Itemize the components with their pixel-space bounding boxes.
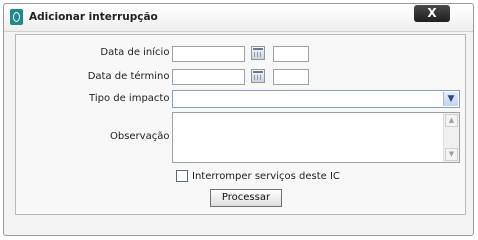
interrupt-services-checkbox[interactable] (176, 170, 188, 182)
impact-type-select[interactable]: ▼ (172, 90, 460, 108)
end-time-input[interactable] (273, 69, 309, 85)
close-button[interactable]: X (414, 5, 450, 22)
scroll-down-icon[interactable]: ▼ (445, 148, 458, 161)
observation-scrollbar[interactable]: ▲ ▼ (443, 113, 459, 162)
dialog-titlebar: Adicionar interrupção X (4, 4, 473, 32)
end-date-calendar-icon[interactable] (251, 69, 265, 83)
end-date-label: Data de término : (87, 71, 176, 82)
start-date-calendar-icon[interactable] (251, 46, 265, 60)
dialog-window: Adicionar interrupção X Data de início :… (3, 3, 474, 236)
process-button[interactable]: Processar (210, 189, 282, 207)
observation-label: Observação : (109, 131, 176, 142)
app-logo-icon (10, 9, 23, 25)
interrupt-services-label[interactable]: Interromper serviços deste IC (192, 171, 340, 182)
end-date-input[interactable] (172, 69, 245, 85)
chevron-down-icon[interactable]: ▼ (443, 92, 458, 106)
observation-textarea[interactable]: ▲ ▼ (172, 112, 460, 163)
start-time-input[interactable] (273, 46, 309, 62)
start-date-input[interactable] (172, 46, 245, 62)
interruption-form: Data de início : Data de término : Tipo … (15, 34, 466, 215)
scroll-up-icon[interactable]: ▲ (445, 114, 458, 127)
start-date-label: Data de início : (100, 47, 176, 58)
impact-type-label: Tipo de impacto : (89, 93, 176, 104)
dialog-title: Adicionar interrupção (29, 11, 158, 23)
